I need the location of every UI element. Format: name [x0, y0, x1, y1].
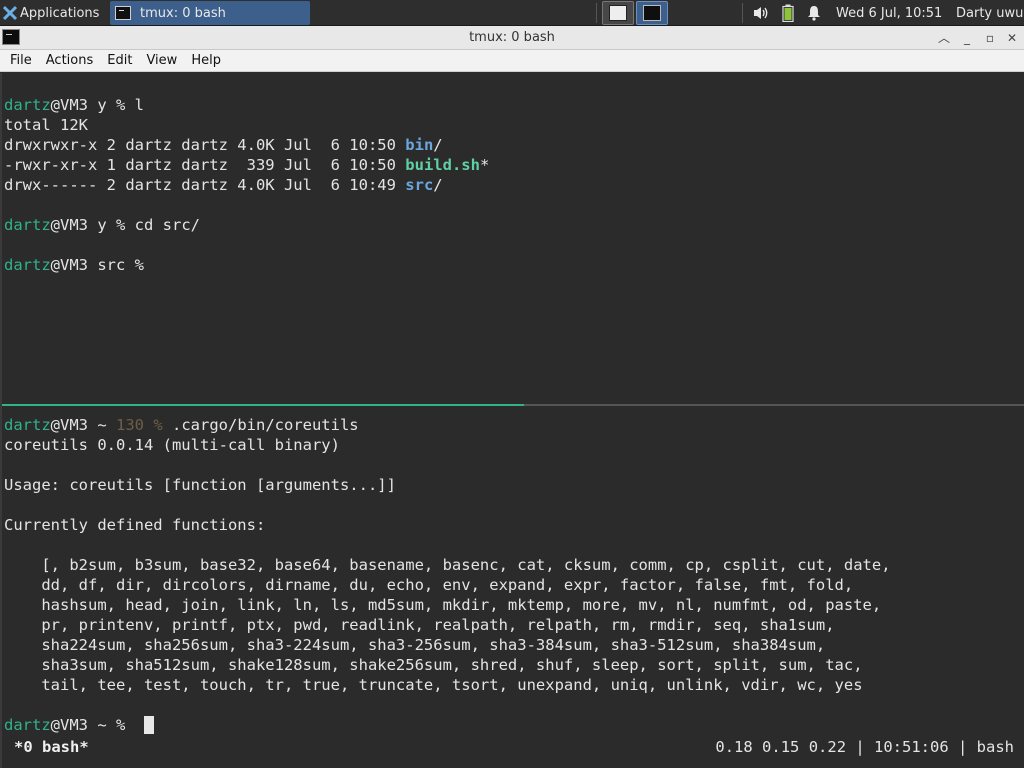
terminal-icon — [115, 6, 131, 20]
terminal-line: tail, tee, test, touch, tr, true, trunca… — [4, 676, 863, 694]
window-titlebar[interactable]: tmux: 0 bash ︿ _ ▫ ✕ — [0, 26, 1024, 50]
terminal-line: dartz@VM3 y % l — [4, 96, 144, 114]
menu-edit[interactable]: Edit — [100, 53, 139, 68]
terminal-line: dartz@VM3 ~ 130 % .cargo/bin/coreutils — [4, 416, 359, 434]
menu-bar: File Actions Edit View Help — [0, 50, 1024, 72]
volume-icon[interactable] — [752, 0, 770, 26]
minimize-button[interactable]: _ — [958, 29, 976, 47]
terminal-line: sha224sum, sha256sum, sha3-224sum, sha3-… — [4, 636, 826, 654]
terminal-line: total 12K — [4, 116, 88, 134]
terminal-line: -rwxr-xr-x 1 dartz dartz 339 Jul 6 10:50… — [4, 156, 490, 174]
xfce-logo-icon — [3, 5, 17, 21]
pane-divider[interactable] — [2, 404, 1024, 406]
terminal-line: Usage: coreutils [function [arguments...… — [4, 476, 396, 494]
notification-bell-icon[interactable] — [806, 0, 822, 26]
applications-menu[interactable]: Applications — [0, 0, 108, 26]
terminal-line: drwxrwxr-x 2 dartz dartz 4.0K Jul 6 10:5… — [4, 136, 443, 154]
terminal-line: dartz@VM3 ~ % — [4, 716, 126, 734]
top-panel: Applications tmux: 0 bash Wed 6 Jul, 10:… — [0, 0, 1024, 26]
terminal-line: pr, printenv, printf, ptx, pwd, readlink… — [4, 616, 835, 634]
terminal-line: dartz@VM3 y % cd src/ — [4, 216, 200, 234]
tmux-window-label[interactable]: *0 bash* — [14, 736, 89, 758]
workspace-2-button[interactable] — [636, 1, 668, 25]
window-title: tmux: 0 bash — [469, 30, 555, 45]
workspace-1-button[interactable] — [602, 1, 634, 25]
tmux-status-bar: *0 bash* 0.18 0.15 0.22 | 10:51:06 | bas… — [2, 736, 1024, 758]
menu-help[interactable]: Help — [184, 53, 228, 68]
taskbar-item-label: tmux: 0 bash — [140, 5, 226, 21]
clock[interactable]: Wed 6 Jul, 10:51 — [836, 0, 942, 26]
menu-file[interactable]: File — [3, 53, 39, 68]
terminal-line: sha3sum, sha512sum, shake128sum, shake25… — [4, 656, 863, 674]
terminal-line: dd, df, dir, dircolors, dirname, du, ech… — [4, 576, 854, 594]
workspace-thumbnail-icon — [609, 5, 627, 21]
terminal-line: drwx------ 2 dartz dartz 4.0K Jul 6 10:4… — [4, 176, 443, 194]
user-menu[interactable]: Darty uwu — [956, 0, 1023, 26]
menu-view[interactable]: View — [139, 53, 184, 68]
workspace-thumbnail-icon — [643, 5, 661, 21]
terminal-line: [, b2sum, b3sum, base32, base64, basenam… — [4, 556, 891, 574]
tmux-status-right: 0.18 0.15 0.22 | 10:51:06 | bash — [715, 738, 1014, 756]
menu-actions[interactable]: Actions — [39, 53, 101, 68]
terminal-view[interactable]: dartz@VM3 y % l total 12K drwxrwxr-x 2 d… — [0, 73, 1024, 768]
terminal-cursor — [144, 716, 154, 734]
close-button[interactable]: ✕ — [1003, 29, 1021, 47]
terminal-line: hashsum, head, join, link, ln, ls, md5su… — [4, 596, 882, 614]
maximize-button[interactable]: ▫ — [981, 29, 999, 47]
terminal-line: Currently defined functions: — [4, 516, 266, 534]
panel-separator — [596, 3, 597, 23]
terminal-line: coreutils 0.0.14 (multi-call binary) — [4, 436, 340, 454]
shade-icon[interactable]: ︿ — [935, 29, 953, 47]
battery-icon[interactable] — [782, 0, 794, 26]
taskbar-item-tmux[interactable]: tmux: 0 bash — [110, 1, 310, 25]
terminal-line: dartz@VM3 src % — [4, 256, 144, 274]
applications-label: Applications — [20, 5, 100, 21]
panel-separator — [742, 3, 743, 23]
